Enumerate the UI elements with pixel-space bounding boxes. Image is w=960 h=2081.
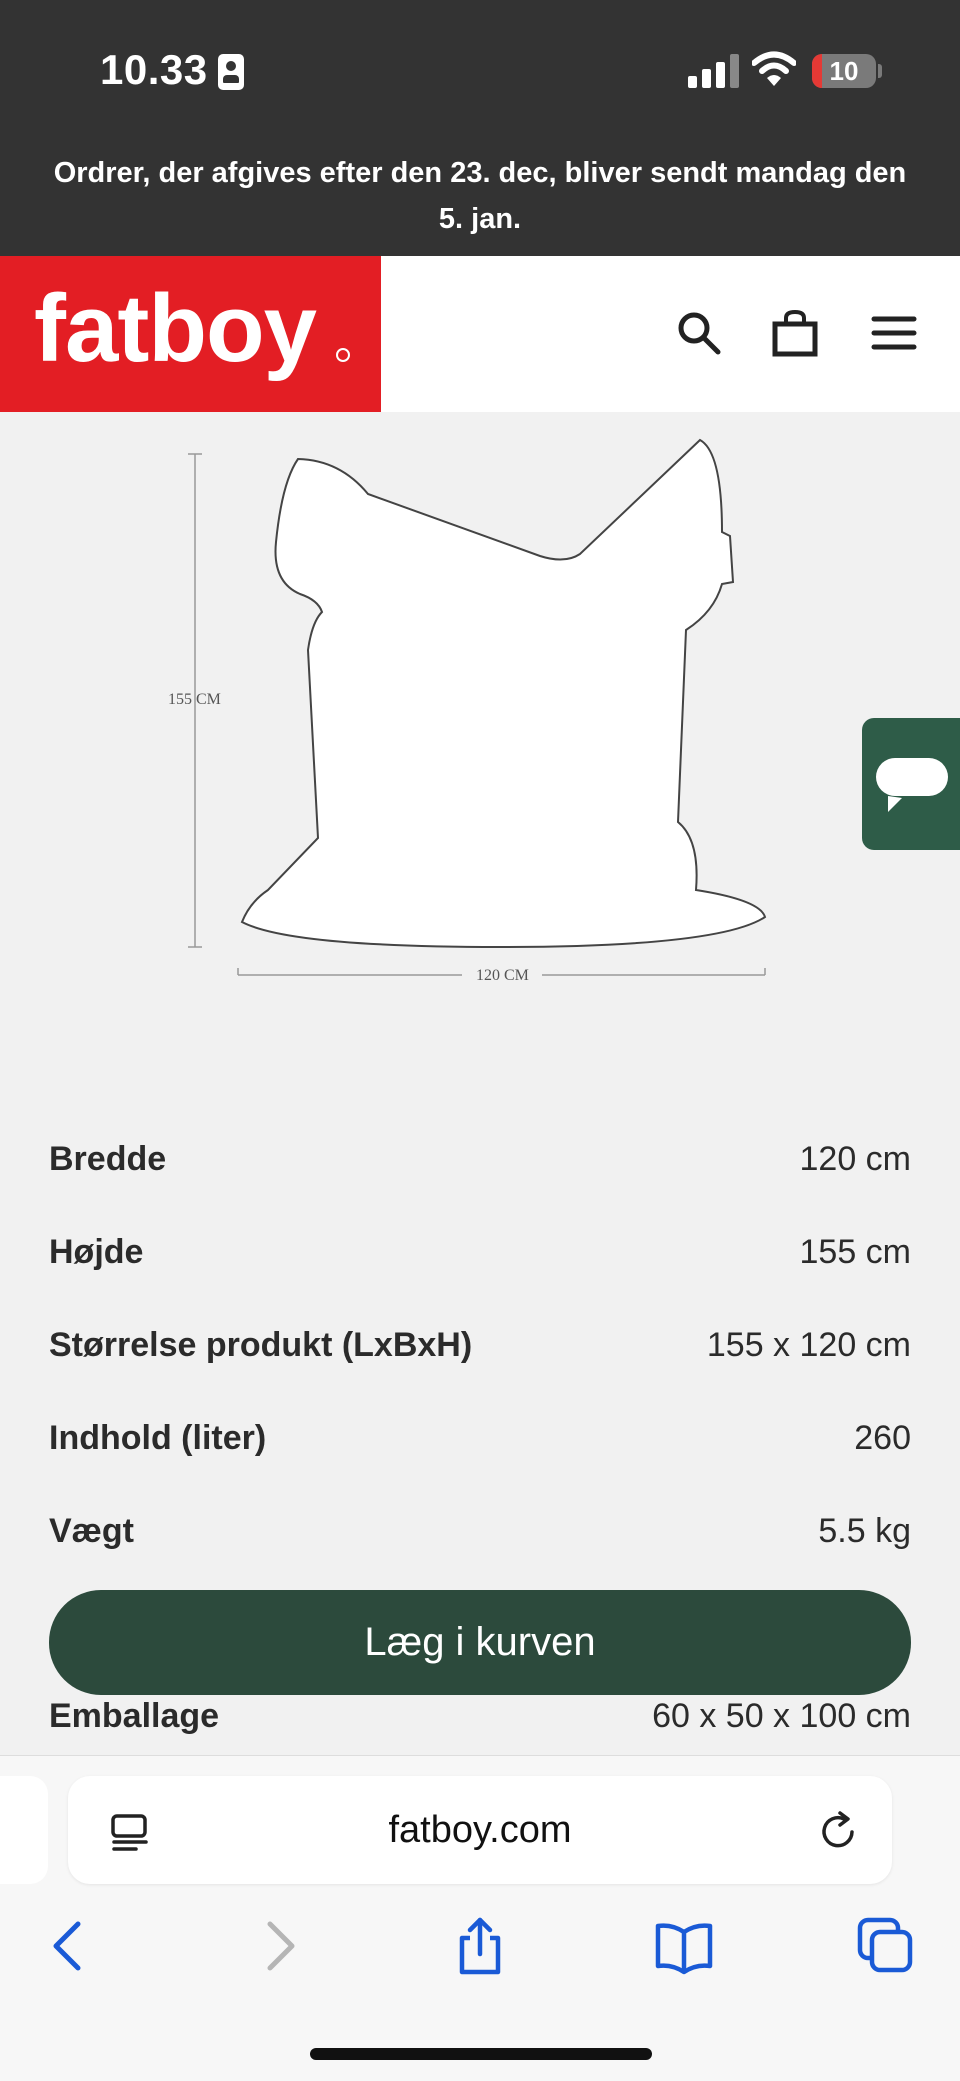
bag-icon[interactable] xyxy=(768,306,822,360)
add-to-cart-button[interactable]: Læg i kurven xyxy=(49,1590,911,1695)
signal-icon xyxy=(688,54,740,88)
spec-value: 120 cm xyxy=(799,1140,912,1178)
share-icon[interactable] xyxy=(450,1916,510,1976)
url-text: fatboy.com xyxy=(388,1809,572,1851)
battery-level: 10 xyxy=(829,56,859,86)
previous-tab-preview[interactable] xyxy=(0,1776,48,1884)
spec-row-height: Højde 155 cm xyxy=(49,1233,911,1293)
site-header: fatboy xyxy=(0,256,960,412)
spec-label: Størrelse produkt (LxBxH) xyxy=(49,1326,473,1364)
width-dimension-label: 120 CM xyxy=(476,967,529,984)
id-badge-icon xyxy=(218,54,244,90)
product-dimension-drawing: 155 CM 120 CM xyxy=(0,412,960,1032)
spec-value: 5.5 kg xyxy=(818,1512,911,1550)
spec-label: Emballage xyxy=(49,1697,220,1735)
search-icon[interactable] xyxy=(672,306,726,360)
menu-icon[interactable] xyxy=(868,306,922,360)
chat-bubble-icon xyxy=(876,758,948,812)
spec-label: Højde xyxy=(49,1233,144,1271)
tabs-icon[interactable] xyxy=(856,1916,916,1976)
spec-label: Vægt xyxy=(49,1512,134,1550)
home-indicator[interactable] xyxy=(310,2048,652,2060)
spec-row-weight: Vægt 5.5 kg xyxy=(49,1512,911,1572)
forward-icon[interactable] xyxy=(248,1916,308,1976)
bookmarks-icon[interactable] xyxy=(654,1916,714,1976)
shipping-announcement: Ordrer, der afgives efter den 23. dec, b… xyxy=(53,157,907,235)
wifi-icon xyxy=(752,51,796,86)
reload-icon[interactable] xyxy=(816,1810,860,1854)
height-dimension-label: 155 CM xyxy=(168,691,221,708)
status-time: 10.33 xyxy=(100,46,208,93)
spec-row-size: Størrelse produkt (LxBxH) 155 x 120 cm xyxy=(49,1326,911,1386)
beanbag-outline xyxy=(188,438,767,976)
battery-icon: 10 xyxy=(812,54,876,88)
spec-row-volume: Indhold (liter) 260 xyxy=(49,1419,911,1479)
registered-mark-icon xyxy=(336,348,350,362)
back-icon[interactable] xyxy=(40,1916,100,1976)
chat-button[interactable] xyxy=(862,718,960,850)
brand-logo[interactable]: fatboy xyxy=(0,256,381,412)
logo-text: fatboy xyxy=(34,275,317,382)
spec-label: Indhold (liter) xyxy=(49,1419,267,1457)
spec-row-packaging: Emballage 60 x 50 x 100 cm xyxy=(49,1697,911,1757)
browser-toolbar: fatboy.com xyxy=(0,1755,960,2081)
spec-value: 260 xyxy=(854,1419,911,1457)
spec-value: 60 x 50 x 100 cm xyxy=(652,1697,911,1735)
spec-value: 155 x 120 cm xyxy=(706,1326,911,1364)
address-bar[interactable]: fatboy.com xyxy=(68,1776,892,1884)
spec-label: Bredde xyxy=(49,1140,167,1178)
spec-row-width: Bredde 120 cm xyxy=(49,1140,911,1200)
spec-value: 155 cm xyxy=(799,1233,912,1271)
top-bar: 10.33 10 Ordrer, der afgives efter den 2… xyxy=(0,0,960,256)
